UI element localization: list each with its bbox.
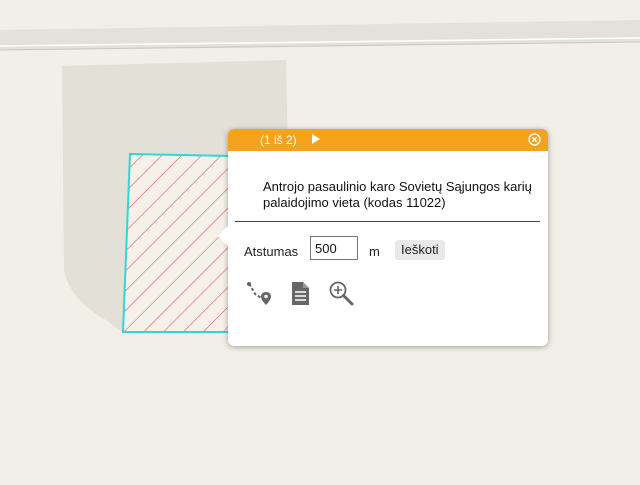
document-icon[interactable] [286, 278, 314, 308]
distance-label: Atstumas [244, 244, 299, 259]
popup-pointer [218, 226, 228, 246]
info-popup: (1 iš 2) Antrojo pasaulinio karo Sovietų… [218, 129, 548, 346]
search-button[interactable]: Ieškoti [395, 240, 445, 260]
close-icon[interactable] [528, 133, 541, 146]
distance-input[interactable] [310, 236, 358, 260]
route-directions-icon[interactable] [245, 278, 273, 308]
popup-header: (1 iš 2) [228, 129, 548, 151]
title-divider [235, 221, 540, 222]
selected-parcel[interactable] [121, 152, 233, 333]
feature-title: Antrojo pasaulinio karo Sovietų Sąjungos… [263, 179, 532, 210]
zoom-in-icon[interactable] [327, 278, 355, 308]
result-counter: (1 iš 2) [260, 133, 297, 147]
unit-label: m [369, 244, 380, 259]
next-result-icon[interactable] [312, 134, 320, 144]
